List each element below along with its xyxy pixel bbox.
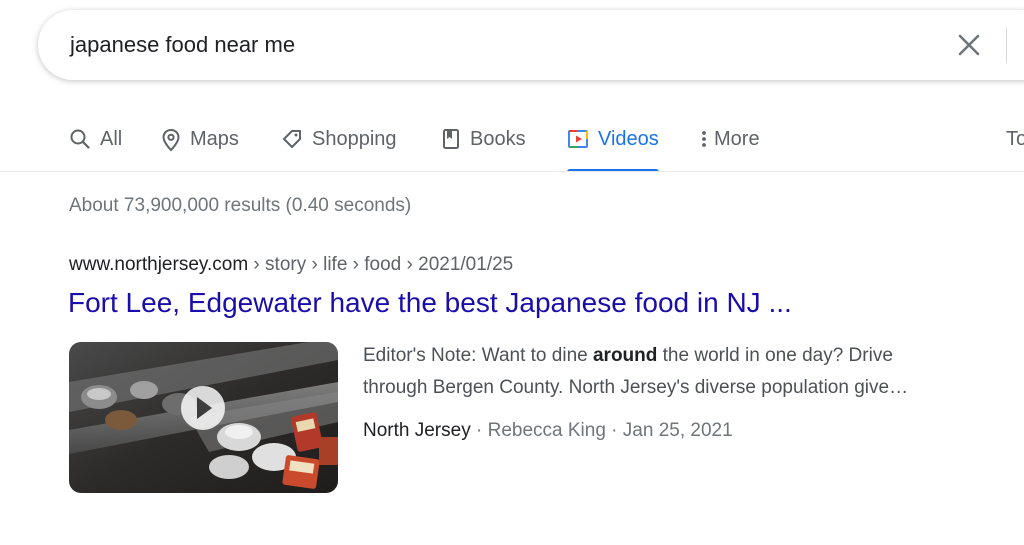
video-play-icon — [567, 128, 589, 156]
tab-maps[interactable]: Maps — [161, 118, 239, 172]
snippet-line: Editor's Note: Want to dine around the w… — [363, 345, 893, 366]
tab-label: Maps — [190, 128, 239, 150]
video-thumbnail-image — [69, 342, 338, 493]
tab-videos[interactable]: Videos — [567, 118, 659, 172]
tab-books[interactable]: Books — [441, 118, 526, 172]
result-breadcrumb[interactable]: www.northjersey.com › story › life › foo… — [69, 254, 513, 276]
tab-more[interactable]: More — [700, 118, 760, 172]
tab-label: To — [1006, 128, 1024, 150]
breadcrumb-path: › story › life › food › 2021/01/25 — [248, 254, 514, 275]
tab-label: Videos — [598, 128, 659, 150]
tab-label: All — [100, 128, 123, 150]
video-thumbnail[interactable] — [69, 342, 338, 493]
result-source: North Jersey — [363, 420, 471, 441]
map-pin-icon — [161, 128, 181, 158]
tab-all[interactable]: All — [69, 118, 122, 172]
tab-label: More — [714, 128, 760, 150]
book-icon — [441, 128, 461, 156]
clear-search-button[interactable] — [954, 30, 984, 60]
tab-label: Shopping — [312, 128, 397, 150]
snippet-line: through Bergen County. North Jersey's di… — [363, 377, 909, 398]
result-stats: About 73,900,000 results (0.40 seconds) — [69, 195, 412, 216]
result-title-link[interactable]: Fort Lee, Edgewater have the best Japane… — [68, 287, 792, 319]
search-box[interactable]: japanese food near me — [38, 10, 1024, 80]
search-input[interactable]: japanese food near me — [70, 32, 295, 58]
tab-shopping[interactable]: Shopping — [281, 118, 397, 172]
result-date: Jan 25, 2021 — [622, 420, 733, 441]
tag-icon — [281, 128, 303, 156]
more-vert-icon — [700, 128, 708, 156]
search-tabs: All Maps Shopping Books Videos More To — [0, 118, 1024, 172]
result-meta: North Jersey · Rebecca King · Jan 25, 20… — [363, 420, 733, 442]
meta-separator: · — [470, 420, 488, 441]
tab-label: Books — [470, 128, 526, 150]
tabs-divider — [0, 171, 1024, 172]
meta-separator: · — [605, 420, 623, 441]
search-box-divider — [1006, 27, 1007, 63]
search-icon — [69, 128, 91, 156]
breadcrumb-host[interactable]: www.northjersey.com — [69, 254, 248, 275]
tab-tools[interactable]: To — [1006, 118, 1024, 172]
result-snippet: Editor's Note: Want to dine around the w… — [363, 340, 993, 404]
close-icon[interactable] — [954, 30, 984, 60]
result-author: Rebecca King — [487, 420, 606, 441]
snippet-highlight: around — [592, 345, 658, 366]
